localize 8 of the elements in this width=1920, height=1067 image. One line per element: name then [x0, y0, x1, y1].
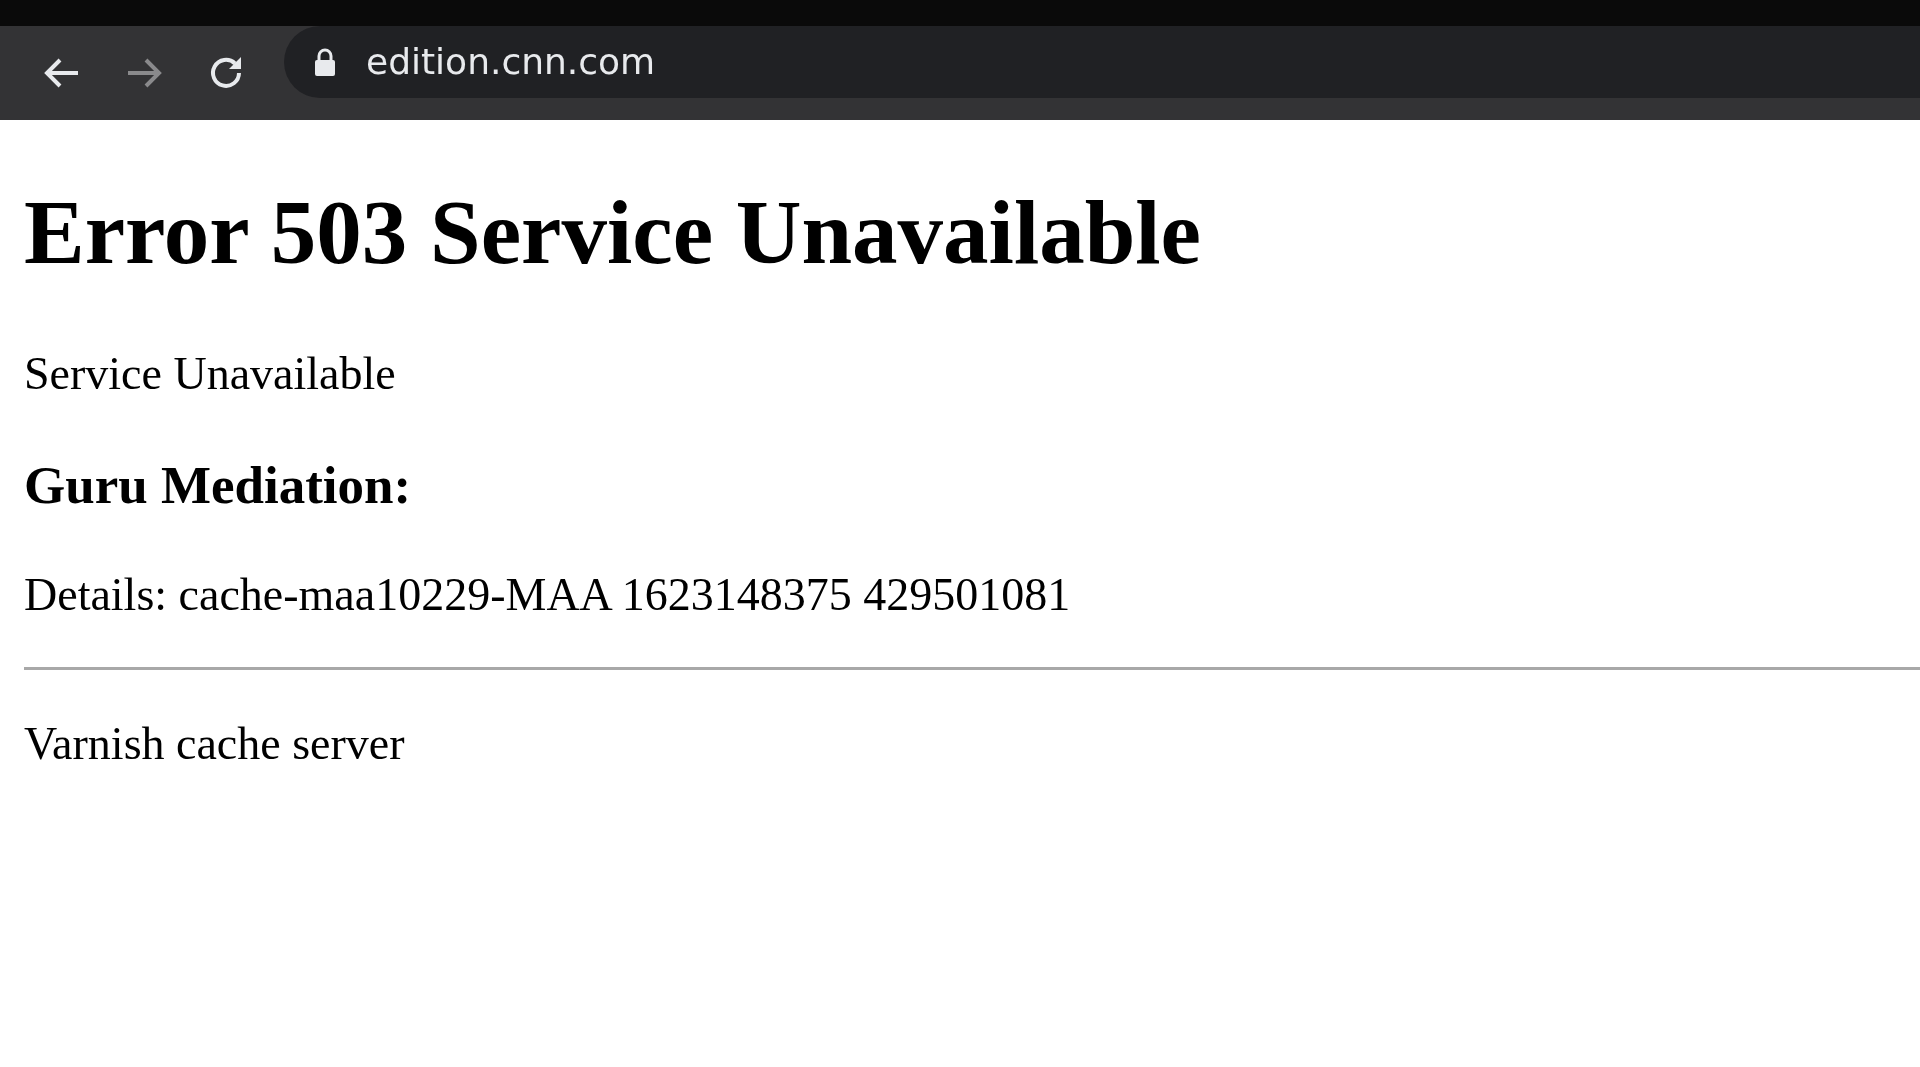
url-text: edition.cnn.com — [366, 40, 656, 84]
address-bar[interactable]: edition.cnn.com — [284, 26, 1920, 98]
subheading: Guru Mediation: — [24, 455, 413, 517]
footer-text: Varnish cache server — [24, 716, 406, 771]
page-heading: Error 503 Service Unavailable — [24, 181, 1202, 285]
details-text: Details: cache-maa10229-MAA 1623148375 429501081 — [24, 567, 1072, 622]
message-text: Service Unavailable — [24, 347, 397, 402]
lock-icon — [314, 48, 336, 76]
